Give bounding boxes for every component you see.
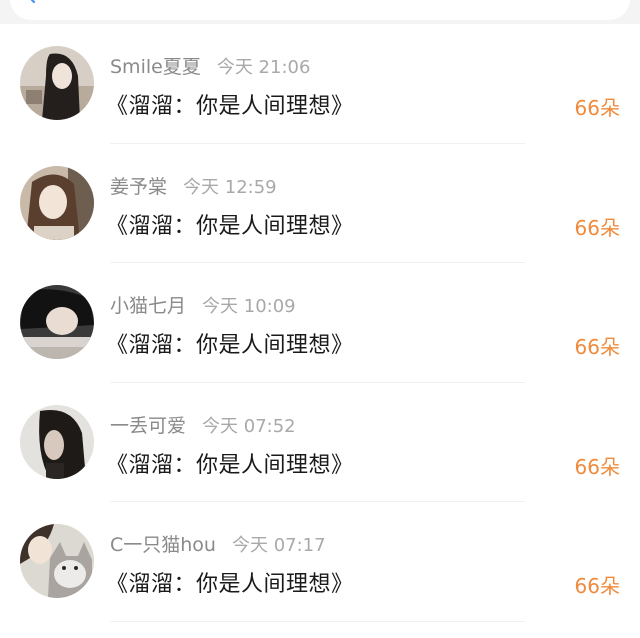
gift-title: 《溜溜：你是人间理想》	[106, 94, 354, 119]
user-name-text: C一只猫hou	[110, 534, 216, 556]
timestamp: 今天 07:52	[202, 415, 296, 437]
user-name: 小猫七月 今天 10:09	[110, 291, 296, 318]
search-icon[interactable]	[22, 0, 36, 6]
user-name-text: Smile夏夏	[110, 56, 201, 78]
user-name-text: 小猫七月	[110, 295, 187, 317]
timestamp: 今天 10:09	[202, 296, 296, 317]
avatar[interactable]	[20, 165, 94, 240]
gift-count: 66朵	[574, 454, 620, 479]
avatar[interactable]	[20, 46, 94, 120]
list-item[interactable]: Smile夏夏 今天 21:06 《溜溜：你是人间理想》 66朵	[0, 24, 640, 144]
timestamp: 今天 21:06	[216, 57, 311, 78]
user-name-text: 姜予棠	[110, 175, 168, 198]
user-name: Smile夏夏 今天 21:06	[110, 52, 310, 79]
user-name: 一丢可爱 今天 07:52	[110, 411, 296, 438]
list-item[interactable]: C一只猫hou 今天 07:17 《溜溜：你是人间理想》 66朵	[0, 502, 640, 622]
gift-count: 66朵	[574, 335, 620, 359]
gift-title: 《溜溜：你是人间理想》	[106, 572, 354, 597]
gift-title: 《溜溜：你是人间理想》	[106, 333, 354, 358]
user-name: C一只猫hou 今天 07:17	[110, 530, 326, 557]
timestamp: 今天 07:17	[231, 535, 326, 556]
gift-title: 《溜溜：你是人间理想》	[106, 452, 354, 478]
divider	[110, 620, 525, 622]
gift-count: 66朵	[574, 574, 620, 598]
gift-title: 《溜溜：你是人间理想》	[106, 213, 354, 239]
list-item[interactable]: 小猫七月 今天 10:09 《溜溜：你是人间理想》 66朵	[0, 263, 640, 383]
timestamp: 今天 12:59	[183, 176, 277, 198]
avatar[interactable]	[20, 524, 94, 598]
avatar[interactable]	[20, 404, 94, 479]
gift-list: Smile夏夏 今天 21:06 《溜溜：你是人间理想》 66朵 姜予棠 今天 12…	[0, 24, 640, 622]
search-bar[interactable]	[10, 0, 630, 20]
page: Smile夏夏 今天 21:06 《溜溜：你是人间理想》 66朵 姜予棠 今天 12…	[0, 0, 640, 638]
gift-count: 66朵	[574, 215, 620, 240]
user-name: 姜予棠 今天 12:59	[110, 172, 277, 199]
avatar[interactable]	[20, 285, 94, 359]
user-name-text: 一丢可爱	[110, 414, 187, 437]
list-item[interactable]: 姜予棠 今天 12:59 《溜溜：你是人间理想》 66朵	[0, 144, 640, 263]
gift-count: 66朵	[574, 96, 620, 120]
list-item[interactable]: 一丢可爱 今天 07:52 《溜溜：你是人间理想》 66朵	[0, 383, 640, 502]
